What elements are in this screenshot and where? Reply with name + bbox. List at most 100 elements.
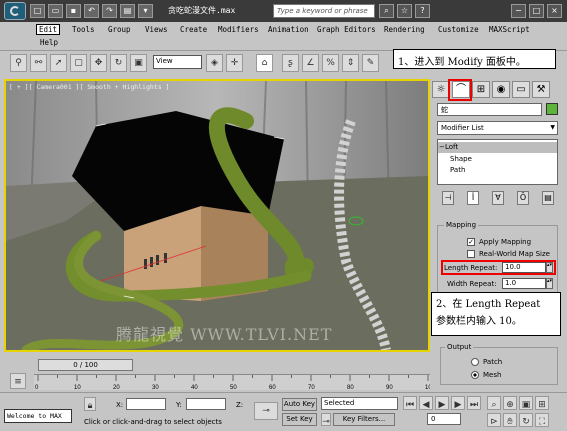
menu-rendering[interactable]: Rendering — [384, 25, 425, 34]
minimize-icon[interactable]: − — [511, 4, 526, 18]
field-of-view-icon[interactable]: ⊳ — [487, 413, 501, 427]
mini-curve-editor-icon[interactable]: ≡ — [10, 373, 26, 389]
stack-item-loft[interactable]: Loft — [438, 142, 557, 153]
width-repeat-spinner[interactable]: ▴▾ — [546, 278, 553, 289]
goto-end-icon[interactable]: ⏭ — [467, 396, 481, 410]
y-coord-input[interactable] — [186, 398, 226, 410]
pin-stack-icon[interactable]: ⊣ — [442, 191, 454, 205]
select-region-icon[interactable]: ▢ — [70, 54, 87, 72]
play-icon[interactable]: ▶ — [435, 396, 449, 410]
window-title: 贪吃蛇漫文件.max — [168, 6, 236, 15]
menu-modifiers[interactable]: Modifiers — [218, 25, 259, 34]
star-icon[interactable]: ☆ — [397, 4, 412, 18]
spinner-snap-icon[interactable]: ⇕ — [342, 54, 359, 72]
length-repeat-label: Length Repeat: — [444, 264, 498, 272]
menu-group[interactable]: Group — [108, 25, 131, 34]
menu-customize[interactable]: Customize — [438, 25, 479, 34]
width-repeat-input[interactable]: 1.0 — [502, 278, 546, 289]
maximize-icon[interactable]: □ — [529, 4, 544, 18]
apply-mapping-checkbox[interactable]: ✓ — [467, 238, 475, 246]
x-coord-input[interactable] — [126, 398, 166, 410]
display-tab-icon[interactable]: ▭ — [512, 81, 530, 98]
pan-view-icon[interactable]: ✋︎ — [503, 413, 517, 427]
help-icon[interactable]: ? — [415, 4, 430, 18]
project-folder-icon[interactable]: ▤ — [120, 4, 135, 18]
close-icon[interactable]: × — [547, 4, 562, 18]
length-repeat-spinner[interactable]: ▴▾ — [546, 262, 553, 273]
move-icon[interactable]: ✥ — [90, 54, 107, 72]
menu-help[interactable]: Help — [40, 38, 58, 47]
menu-maxscript[interactable]: MAXScript — [489, 25, 530, 34]
named-selection-icon[interactable]: ✎ — [362, 54, 379, 72]
set-key-button[interactable]: Set Key — [282, 413, 317, 426]
unlink-icon[interactable]: ⚯ — [30, 54, 47, 72]
camera-viewport[interactable]: [ + ][ Camera001 ][ Smooth + Highlights … — [4, 79, 430, 352]
stack-item-shape[interactable]: Shape — [438, 154, 557, 165]
utilities-tab-icon[interactable]: ⚒ — [532, 81, 550, 98]
zoom-extents-all-icon[interactable]: ⊞ — [535, 396, 549, 410]
app-logo-icon[interactable] — [4, 2, 26, 20]
lock-selection-icon[interactable]: 🔒︎ — [84, 397, 96, 411]
reference-coordinate-dropdown[interactable]: View — [153, 55, 202, 69]
patch-radio[interactable] — [471, 358, 479, 366]
search-icon[interactable]: ⌕ — [379, 4, 394, 18]
make-unique-icon[interactable]: ∀ — [492, 191, 504, 205]
mesh-radio[interactable] — [471, 371, 479, 379]
time-slider[interactable]: 0 / 100 — [38, 359, 133, 371]
angle-snap-icon[interactable]: ∠ — [302, 54, 319, 72]
hierarchy-tab-icon[interactable]: ⊞ — [472, 81, 490, 98]
key-filters-button[interactable]: Key Filters... — [333, 413, 395, 426]
output-group: Output Patch Mesh — [440, 343, 558, 385]
undo-icon[interactable]: ↶ — [84, 4, 99, 18]
stack-item-path[interactable]: Path — [438, 165, 557, 176]
snap-toggle-icon[interactable]: ʂ — [282, 54, 299, 72]
motion-tab-icon[interactable]: ◉ — [492, 81, 510, 98]
viewport-label[interactable]: [ + ][ Camera001 ][ Smooth + Highlights … — [9, 83, 169, 91]
redo-icon[interactable]: ↷ — [102, 4, 117, 18]
menu-edit[interactable]: Edit — [36, 24, 61, 35]
menu-tools[interactable]: Tools — [72, 25, 95, 34]
rotate-icon[interactable]: ↻ — [110, 54, 127, 72]
scale-icon[interactable]: ▣ — [130, 54, 147, 72]
set-key-icon[interactable]: ⊸ — [254, 402, 278, 420]
zoom-icon[interactable]: ⌕ — [487, 396, 501, 410]
key-icon[interactable]: ⊸ — [321, 413, 331, 427]
open-file-icon[interactable]: ▭ — [48, 4, 63, 18]
maximize-viewport-icon[interactable]: ⛶ — [535, 413, 549, 427]
search-input[interactable]: Type a keyword or phrase — [273, 4, 375, 18]
menu-create[interactable]: Create — [180, 25, 207, 34]
orbit-icon[interactable]: ↻ — [519, 413, 533, 427]
apply-mapping-label: Apply Mapping — [479, 238, 532, 246]
key-selection-dropdown[interactable]: Selected — [321, 397, 398, 410]
pivot-center-icon[interactable]: ◈ — [206, 54, 223, 72]
menu-views[interactable]: Views — [145, 25, 168, 34]
length-repeat-input[interactable]: 10.0 — [502, 262, 546, 273]
next-frame-icon[interactable]: ▶ — [451, 396, 465, 410]
show-end-result-icon[interactable]: Ǐ — [467, 191, 479, 205]
menu-bar: Edit Tools Group Views Create Modifiers … — [28, 22, 567, 50]
modifier-list-dropdown[interactable]: Modifier List — [437, 121, 558, 135]
maxscript-listener[interactable]: Welcome to MAX — [4, 409, 72, 423]
menu-graph-editors[interactable]: Graph Editors — [317, 25, 376, 34]
new-file-icon[interactable]: □ — [30, 4, 45, 18]
select-object-icon[interactable]: ➚ — [50, 54, 67, 72]
save-file-icon[interactable]: ▪ — [66, 4, 81, 18]
zoom-extents-icon[interactable]: ▣ — [519, 396, 533, 410]
select-manipulate-icon[interactable]: ✛ — [226, 54, 243, 72]
keyboard-shortcut-icon[interactable]: ⌂ — [256, 54, 273, 72]
percent-snap-icon[interactable]: % — [322, 54, 339, 72]
prev-frame-icon[interactable]: ◀ — [419, 396, 433, 410]
configure-modifier-sets-icon[interactable]: ▤ — [542, 191, 554, 205]
dropdown-arrow-icon[interactable]: ▾ — [138, 4, 153, 18]
current-frame-input[interactable]: 0 — [427, 413, 461, 425]
remove-modifier-icon[interactable]: Ō — [517, 191, 529, 205]
object-color-swatch[interactable] — [546, 103, 558, 115]
goto-start-icon[interactable]: ⏮ — [403, 396, 417, 410]
zoom-all-icon[interactable]: ⊕ — [503, 396, 517, 410]
select-link-icon[interactable]: ⚲ — [10, 54, 27, 72]
real-world-checkbox[interactable] — [467, 250, 475, 258]
menu-animation[interactable]: Animation — [268, 25, 309, 34]
track-bar[interactable]: 0 10 20 30 40 50 60 70 80 90 100 — [34, 374, 436, 391]
auto-key-button[interactable]: Auto Key — [282, 398, 317, 411]
object-name-field[interactable]: 蛇 — [437, 103, 542, 116]
